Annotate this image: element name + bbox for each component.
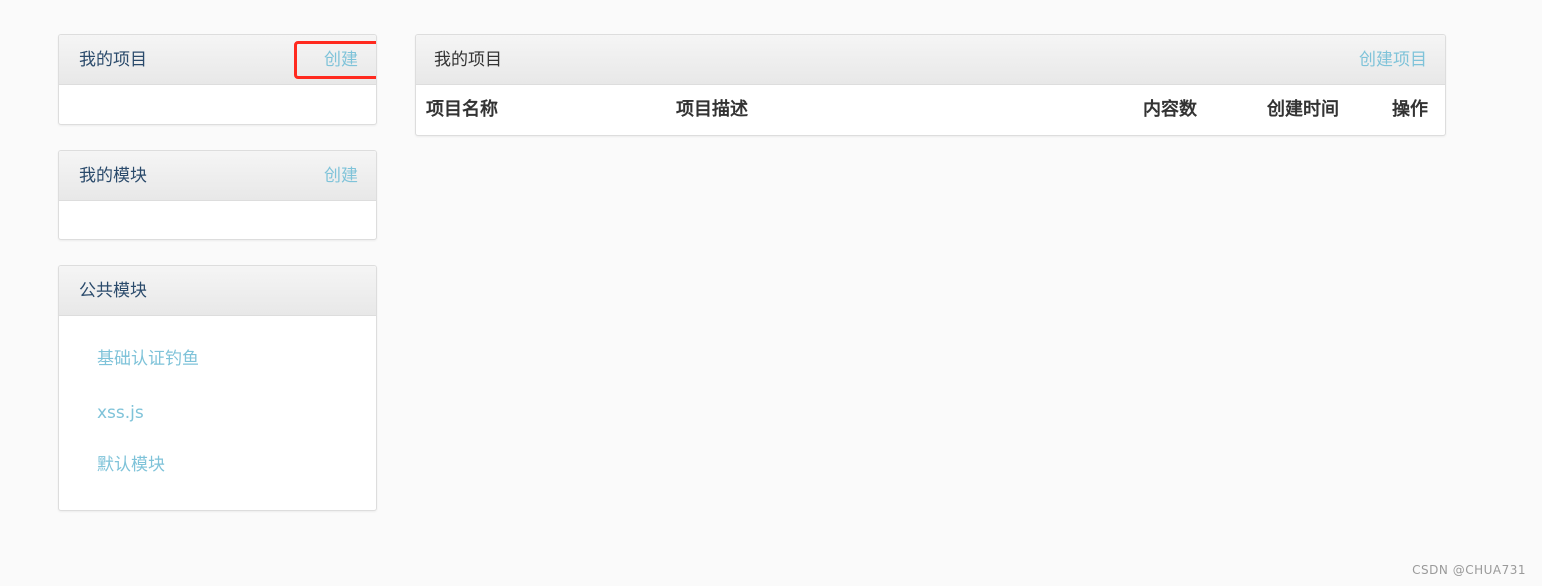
column-header-project-name: 项目名称: [426, 99, 498, 120]
highlight-annotation-box: [294, 41, 376, 79]
create-module-link[interactable]: 创建: [324, 151, 358, 201]
my-projects-panel: 我的项目 创建: [58, 34, 377, 125]
my-modules-panel: 我的模块 创建: [58, 150, 377, 240]
main-projects-title: 我的项目: [434, 50, 502, 70]
watermark: CSDN @CHUA731: [1412, 563, 1526, 577]
column-header-actions: 操作: [1392, 99, 1428, 120]
column-header-project-description: 项目描述: [676, 99, 748, 120]
public-modules-panel: 公共模块 基础认证钓鱼 xss.js 默认模块: [58, 265, 377, 511]
main-projects-panel: 我的项目 创建项目 项目名称 项目描述 内容数 创建时间 操作: [415, 34, 1446, 136]
public-module-item-xss-js[interactable]: xss.js: [97, 401, 144, 425]
create-project-button[interactable]: 创建项目: [1359, 35, 1427, 85]
my-modules-heading: 我的模块 创建: [59, 151, 376, 201]
my-projects-title: 我的项目: [79, 50, 147, 70]
column-header-content-count: 内容数: [1143, 99, 1197, 120]
my-projects-heading: 我的项目 创建: [59, 35, 376, 85]
public-module-item-basic-auth-phishing[interactable]: 基础认证钓鱼: [97, 347, 199, 371]
public-module-item-default-module[interactable]: 默认模块: [97, 453, 165, 477]
column-header-created-time: 创建时间: [1267, 99, 1339, 120]
public-modules-title: 公共模块: [79, 281, 147, 301]
projects-table-header: 项目名称 项目描述 内容数 创建时间 操作: [416, 85, 1445, 135]
my-modules-title: 我的模块: [79, 166, 147, 186]
main-projects-heading: 我的项目 创建项目: [416, 35, 1445, 85]
public-modules-heading: 公共模块: [59, 266, 376, 316]
page: 我的项目 创建 我的模块 创建 公共模块 基础认证钓鱼 xss.js 默认模块 …: [0, 0, 1542, 586]
